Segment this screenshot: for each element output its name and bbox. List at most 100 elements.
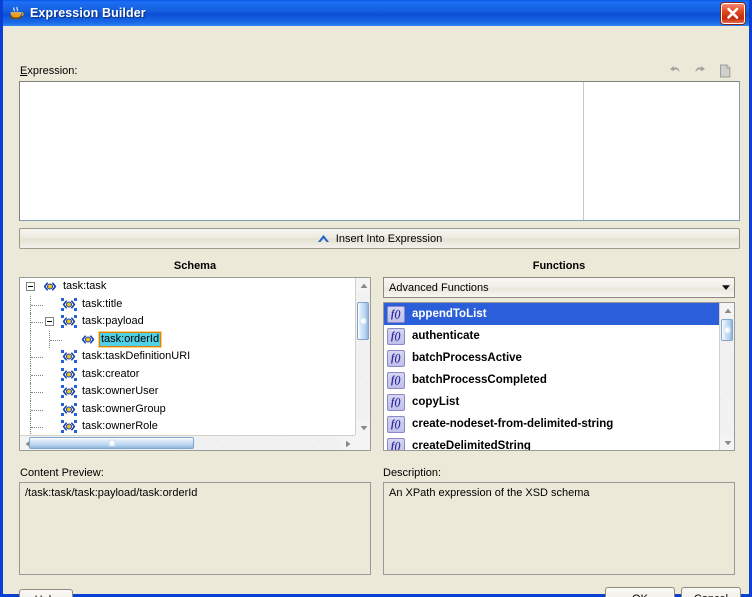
tree-expander-toggle[interactable]	[26, 282, 35, 291]
functions-list-item-label: copyList	[412, 396, 460, 408]
chevron-down-icon[interactable]	[717, 284, 734, 291]
tree-guide-connector	[31, 357, 43, 359]
expression-builder-dialog: Expression Builder Expression: Insert In…	[0, 0, 752, 597]
functions-list-item[interactable]: f() batchProcessCompleted	[384, 369, 719, 391]
functions-list-vertical-scrollbar[interactable]	[719, 303, 734, 450]
schema-tree-node-label: task:creator	[82, 367, 140, 380]
scrollbar-corner	[355, 435, 370, 450]
schema-tree-node-label: task:ownerGroup	[82, 402, 166, 415]
description-label: Description:	[383, 467, 442, 479]
xml-element-icon	[61, 350, 77, 363]
expression-input[interactable]	[19, 81, 740, 221]
schema-tree-node-label: task:taskDefinitionURI	[82, 350, 191, 362]
functions-list-item[interactable]: f() createDelimitedString	[384, 435, 719, 450]
schema-tree-node[interactable]: task:task	[20, 278, 355, 296]
tree-guide-connector	[31, 374, 43, 377]
functions-vscroll-thumb[interactable]	[721, 319, 733, 341]
description-value: An XPath expression of the XSD schema	[383, 482, 735, 575]
tree-expander-toggle[interactable]	[45, 317, 54, 326]
schema-tree[interactable]: task:task task:title task:payload task:o…	[19, 277, 371, 451]
schema-tree-node[interactable]: task:payload	[20, 313, 355, 331]
content-preview-value: /task:task/task:payload/task:orderId	[19, 482, 371, 575]
schema-tree-node[interactable]: task:orderId	[20, 330, 355, 348]
scroll-down-arrow-icon[interactable]	[356, 420, 370, 435]
functions-scroll-up-arrow-icon[interactable]	[720, 303, 734, 318]
schema-tree-node[interactable]: task:creator	[20, 365, 355, 383]
expression-margin-divider	[583, 82, 584, 220]
tree-guide-connector	[31, 427, 43, 429]
dialog-window: Expression Builder Expression: Insert In…	[0, 0, 752, 597]
function-fx-icon: f()	[387, 371, 405, 389]
schema-tree-node-label: task:ownerRole	[82, 420, 158, 432]
expression-label-row: Expression:	[20, 63, 734, 79]
xml-element-icon	[42, 280, 58, 293]
scroll-thumb-grip-h	[108, 439, 115, 447]
schema-tree-node[interactable]: task:title	[20, 295, 355, 313]
scroll-thumb-grip	[359, 317, 367, 325]
insert-into-expression-button[interactable]: Insert Into Expression	[19, 228, 740, 249]
caret-up-icon	[317, 234, 330, 244]
redo-icon[interactable]	[692, 63, 708, 79]
functions-category-select[interactable]: Advanced Functions	[383, 277, 735, 298]
schema-tree-node-label: task:task	[63, 280, 107, 292]
functions-list-item-label: authenticate	[412, 330, 480, 342]
xml-element-icon	[61, 402, 77, 416]
expression-label: Expression:	[20, 65, 78, 77]
tree-guide-connector	[31, 322, 43, 324]
schema-tree-node-label: task:orderId	[99, 331, 162, 347]
xml-element-icon	[61, 315, 77, 328]
function-fx-icon: f()	[387, 437, 405, 450]
xml-element-icon	[61, 297, 77, 311]
schema-tree-hscroll-thumb[interactable]	[29, 437, 194, 449]
window-title: Expression Builder	[30, 6, 146, 20]
tree-guide-connector	[50, 339, 62, 342]
function-fx-icon: f()	[387, 415, 405, 433]
schema-tree-node[interactable]: task:ownerRole	[20, 418, 355, 435]
functions-scroll-thumb-grip	[723, 326, 731, 334]
title-bar[interactable]: Expression Builder	[3, 0, 749, 26]
help-button[interactable]: Help	[19, 589, 73, 597]
content-preview-label: Content Preview:	[20, 467, 104, 479]
functions-list-item-label: createDelimitedString	[412, 440, 531, 450]
tree-guide-connector	[31, 409, 43, 412]
function-fx-icon: f()	[387, 305, 405, 323]
functions-list-item[interactable]: f() authenticate	[384, 325, 719, 347]
schema-tree-node[interactable]: task:ownerUser	[20, 383, 355, 401]
xml-element-icon	[61, 385, 77, 398]
close-icon[interactable]	[721, 2, 745, 24]
schema-tree-node-label: task:title	[82, 297, 123, 310]
function-fx-icon: f()	[387, 327, 405, 345]
tree-guide-connector	[31, 392, 43, 394]
document-icon[interactable]	[717, 63, 733, 79]
functions-list-item-label: create-nodeset-from-delimited-string	[412, 418, 614, 430]
undo-icon[interactable]	[667, 63, 683, 79]
scroll-right-arrow-icon[interactable]	[340, 436, 355, 450]
schema-tree-node-label: task:payload	[82, 315, 144, 327]
functions-panel-title: Functions	[532, 260, 586, 272]
schema-panel-title: Schema	[173, 260, 217, 272]
schema-tree-horizontal-scrollbar[interactable]	[20, 435, 355, 450]
functions-list-rows: f() appendToList f() authenticate f() batchPr…	[384, 303, 719, 450]
xml-element-icon	[61, 367, 77, 381]
xml-element-icon	[61, 420, 77, 433]
schema-tree-vscroll-thumb[interactable]	[357, 302, 369, 340]
java-coffee-cup-icon	[8, 5, 25, 22]
insert-button-label: Insert Into Expression	[335, 232, 443, 245]
functions-list[interactable]: f() appendToList f() authenticate f() batchPr…	[383, 302, 735, 451]
tree-guide-connector	[31, 304, 43, 307]
schema-tree-node-label: task:ownerUser	[82, 385, 159, 397]
functions-list-item-label: batchProcessActive	[412, 352, 522, 364]
functions-list-item[interactable]: f() copyList	[384, 391, 719, 413]
expression-toolbar	[667, 63, 734, 79]
function-fx-icon: f()	[387, 349, 405, 367]
scroll-up-arrow-icon[interactable]	[356, 278, 370, 293]
ok-button[interactable]: OK	[605, 587, 675, 597]
schema-tree-node[interactable]: task:ownerGroup	[20, 400, 355, 418]
functions-list-item[interactable]: f() batchProcessActive	[384, 347, 719, 369]
cancel-button[interactable]: Cancel	[681, 587, 741, 597]
schema-tree-node[interactable]: task:taskDefinitionURI	[20, 348, 355, 366]
functions-scroll-down-arrow-icon[interactable]	[720, 435, 734, 450]
functions-list-item[interactable]: f() create-nodeset-from-delimited-string	[384, 413, 719, 435]
functions-list-item[interactable]: f() appendToList	[384, 303, 719, 325]
schema-tree-vertical-scrollbar[interactable]	[355, 278, 370, 435]
